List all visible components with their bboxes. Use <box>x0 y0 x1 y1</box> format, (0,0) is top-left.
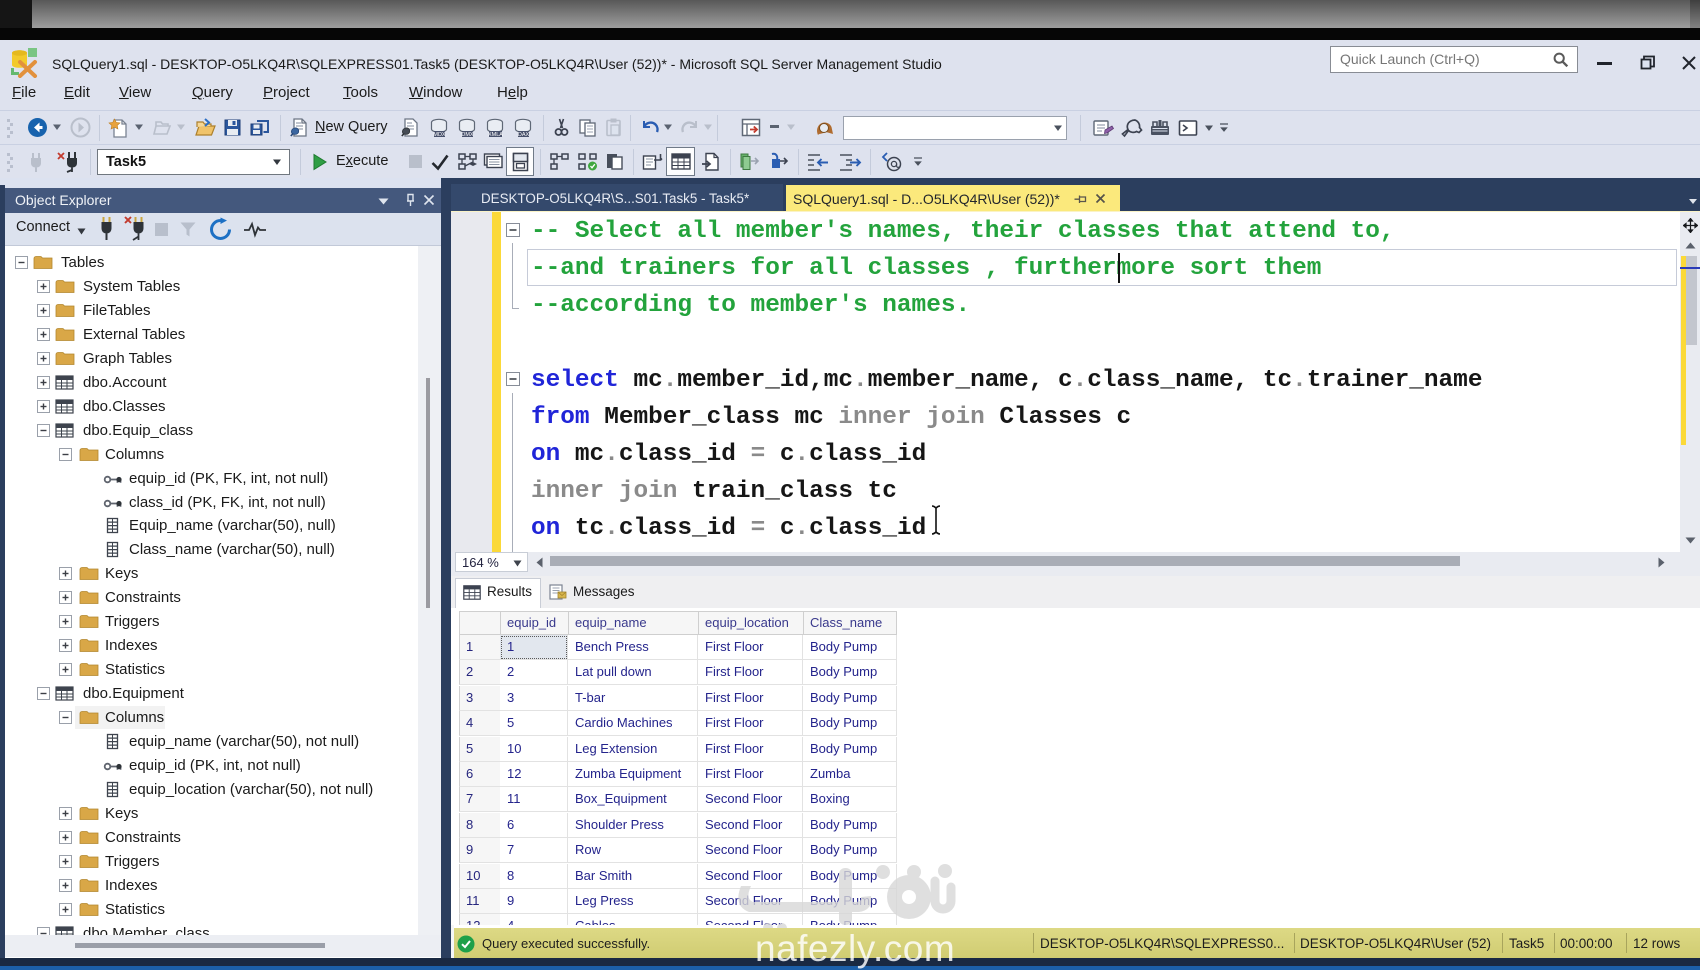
svg-text:DAX: DAX <box>518 132 530 138</box>
svg-text:XMLA: XMLA <box>488 132 503 138</box>
svg-text:MDX: MDX <box>433 132 446 138</box>
svg-text:DMX: DMX <box>461 132 474 138</box>
